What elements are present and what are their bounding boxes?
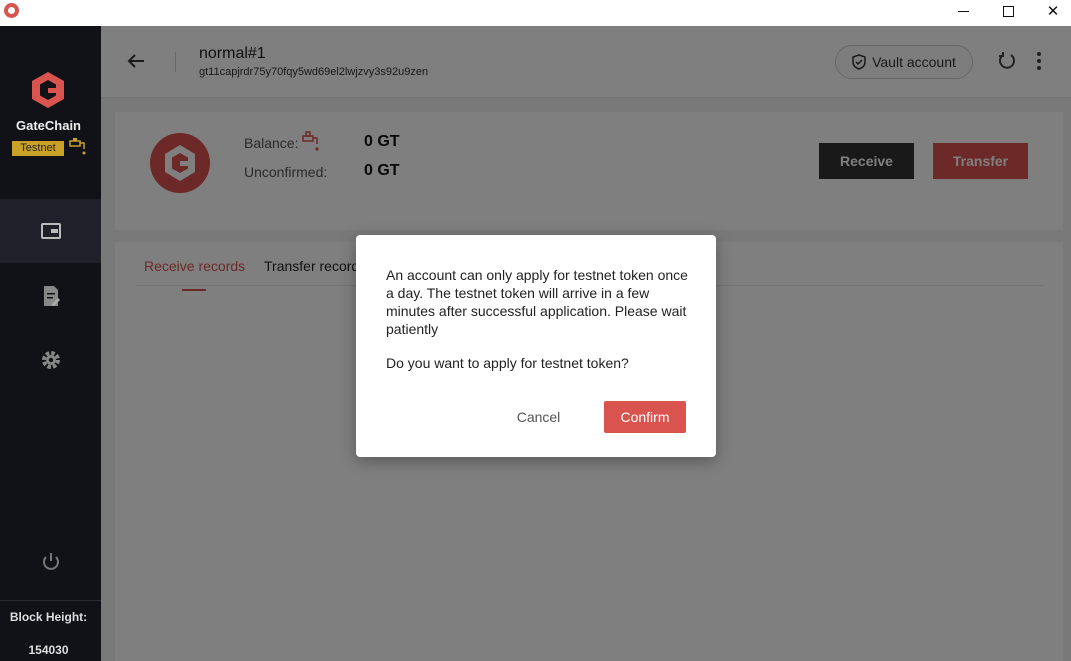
close-icon: ✕ xyxy=(1046,3,1060,20)
minimize-icon xyxy=(957,10,969,12)
sidebar-item-records[interactable] xyxy=(0,264,101,328)
sidebar-divider xyxy=(0,600,101,601)
brand-name: GateChain xyxy=(15,118,81,133)
block-height-value: 154030 xyxy=(28,643,69,657)
minimize-button[interactable] xyxy=(940,0,986,22)
dialog-question: Do you want to apply for testnet token? xyxy=(386,355,629,371)
block-height-label: Block Height: xyxy=(9,610,88,624)
sidebar-item-settings[interactable] xyxy=(0,328,101,392)
power-button[interactable] xyxy=(0,530,101,594)
window-titlebar: ✕ xyxy=(0,0,1071,26)
power-icon xyxy=(42,553,59,570)
dialog-message: An account can only apply for testnet to… xyxy=(386,267,688,337)
close-button[interactable]: ✕ xyxy=(1030,0,1071,22)
cancel-button[interactable]: Cancel xyxy=(506,401,571,433)
sidebar: GateChain Testnet Block Height: 154030 xyxy=(0,26,101,661)
wallet-icon xyxy=(40,223,61,239)
confirm-button[interactable]: Confirm xyxy=(604,401,686,433)
sidebar-item-wallet[interactable] xyxy=(0,199,101,263)
maximize-button[interactable] xyxy=(985,0,1031,22)
faucet-icon[interactable] xyxy=(68,137,86,157)
gear-icon xyxy=(41,351,60,369)
maximize-icon xyxy=(1002,5,1014,17)
gatechain-logo-icon xyxy=(32,72,64,108)
testnet-badge: Testnet xyxy=(12,141,64,156)
document-edit-icon xyxy=(43,286,60,306)
apply-testnet-dialog: An account can only apply for testnet to… xyxy=(356,235,716,457)
app-icon xyxy=(4,3,19,18)
